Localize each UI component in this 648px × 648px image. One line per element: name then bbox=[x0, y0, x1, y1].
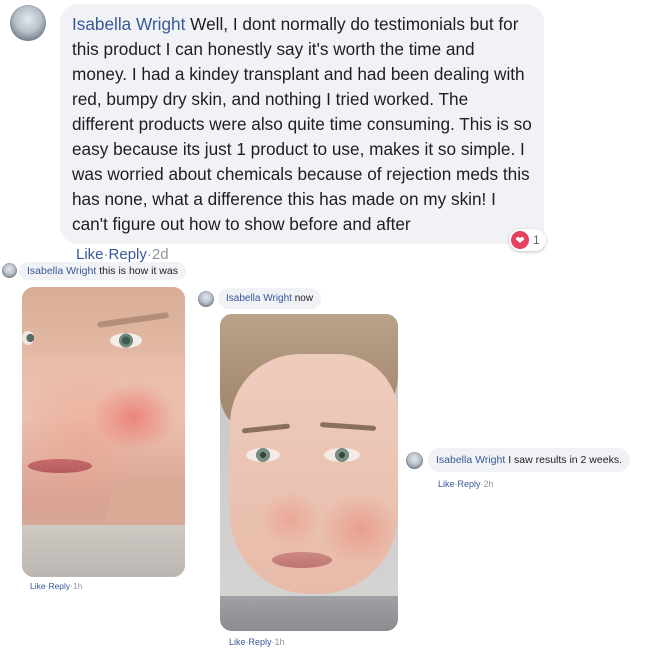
avatar[interactable] bbox=[406, 452, 423, 469]
timestamp[interactable]: 1h bbox=[73, 581, 82, 591]
after-photo[interactable] bbox=[220, 314, 398, 631]
photo-eye bbox=[246, 448, 280, 462]
comment-author[interactable]: Isabella Wright bbox=[72, 14, 185, 34]
reply-text: now bbox=[294, 293, 314, 304]
photo-eye bbox=[22, 331, 34, 345]
reply-bubble-before: Isabella Wright this is how it was bbox=[19, 262, 186, 280]
photo-eye bbox=[324, 448, 360, 462]
reply-button[interactable]: Reply bbox=[48, 581, 70, 591]
reaction-summary[interactable]: ❤ 1 bbox=[509, 229, 546, 251]
like-button[interactable]: Like bbox=[229, 637, 246, 647]
reply-actions: Like·Reply·1h bbox=[30, 581, 82, 591]
reply-button[interactable]: Reply bbox=[458, 479, 481, 489]
reply-text: this is how it was bbox=[99, 265, 178, 277]
reaction-count: 1 bbox=[533, 233, 540, 247]
like-button[interactable]: Like bbox=[30, 581, 46, 591]
reply-actions: Like·Reply·1h bbox=[229, 637, 285, 647]
comment-text: Isabella Wright Well, I dont normally do… bbox=[72, 12, 532, 237]
photo-lips bbox=[28, 459, 92, 473]
photo-lips bbox=[272, 552, 332, 568]
reply-button[interactable]: Reply bbox=[249, 637, 272, 647]
avatar[interactable] bbox=[198, 291, 214, 307]
photo-shirt bbox=[22, 525, 185, 577]
reply-author[interactable]: Isabella Wright bbox=[226, 293, 292, 304]
comment-bubble: Isabella Wright Well, I dont normally do… bbox=[60, 4, 544, 244]
reply-author[interactable]: Isabella Wright bbox=[436, 454, 505, 466]
like-button[interactable]: Like bbox=[76, 246, 104, 263]
reply-text: I saw results in 2 weeks. bbox=[508, 454, 622, 466]
reply-bubble-results: Isabella Wright I saw results in 2 weeks… bbox=[428, 448, 630, 472]
comment-actions: Like·Reply·2d bbox=[76, 246, 169, 263]
reply-author[interactable]: Isabella Wright bbox=[27, 265, 96, 277]
avatar[interactable] bbox=[10, 5, 46, 41]
like-button[interactable]: Like bbox=[438, 479, 455, 489]
timestamp[interactable]: 2h bbox=[484, 479, 494, 489]
reply-bubble-after: Isabella Wright now bbox=[218, 288, 322, 309]
photo-shirt bbox=[220, 596, 398, 631]
before-photo[interactable] bbox=[22, 287, 185, 577]
timestamp[interactable]: 1h bbox=[275, 637, 285, 647]
timestamp[interactable]: 2d bbox=[152, 246, 169, 263]
avatar[interactable] bbox=[2, 263, 17, 278]
photo-eye bbox=[110, 333, 142, 348]
reply-button[interactable]: Reply bbox=[109, 246, 147, 263]
heart-icon: ❤ bbox=[511, 231, 529, 249]
reply-actions: Like·Reply·2h bbox=[438, 479, 494, 489]
comment-body: Well, I dont normally do testimonials bu… bbox=[72, 14, 532, 234]
